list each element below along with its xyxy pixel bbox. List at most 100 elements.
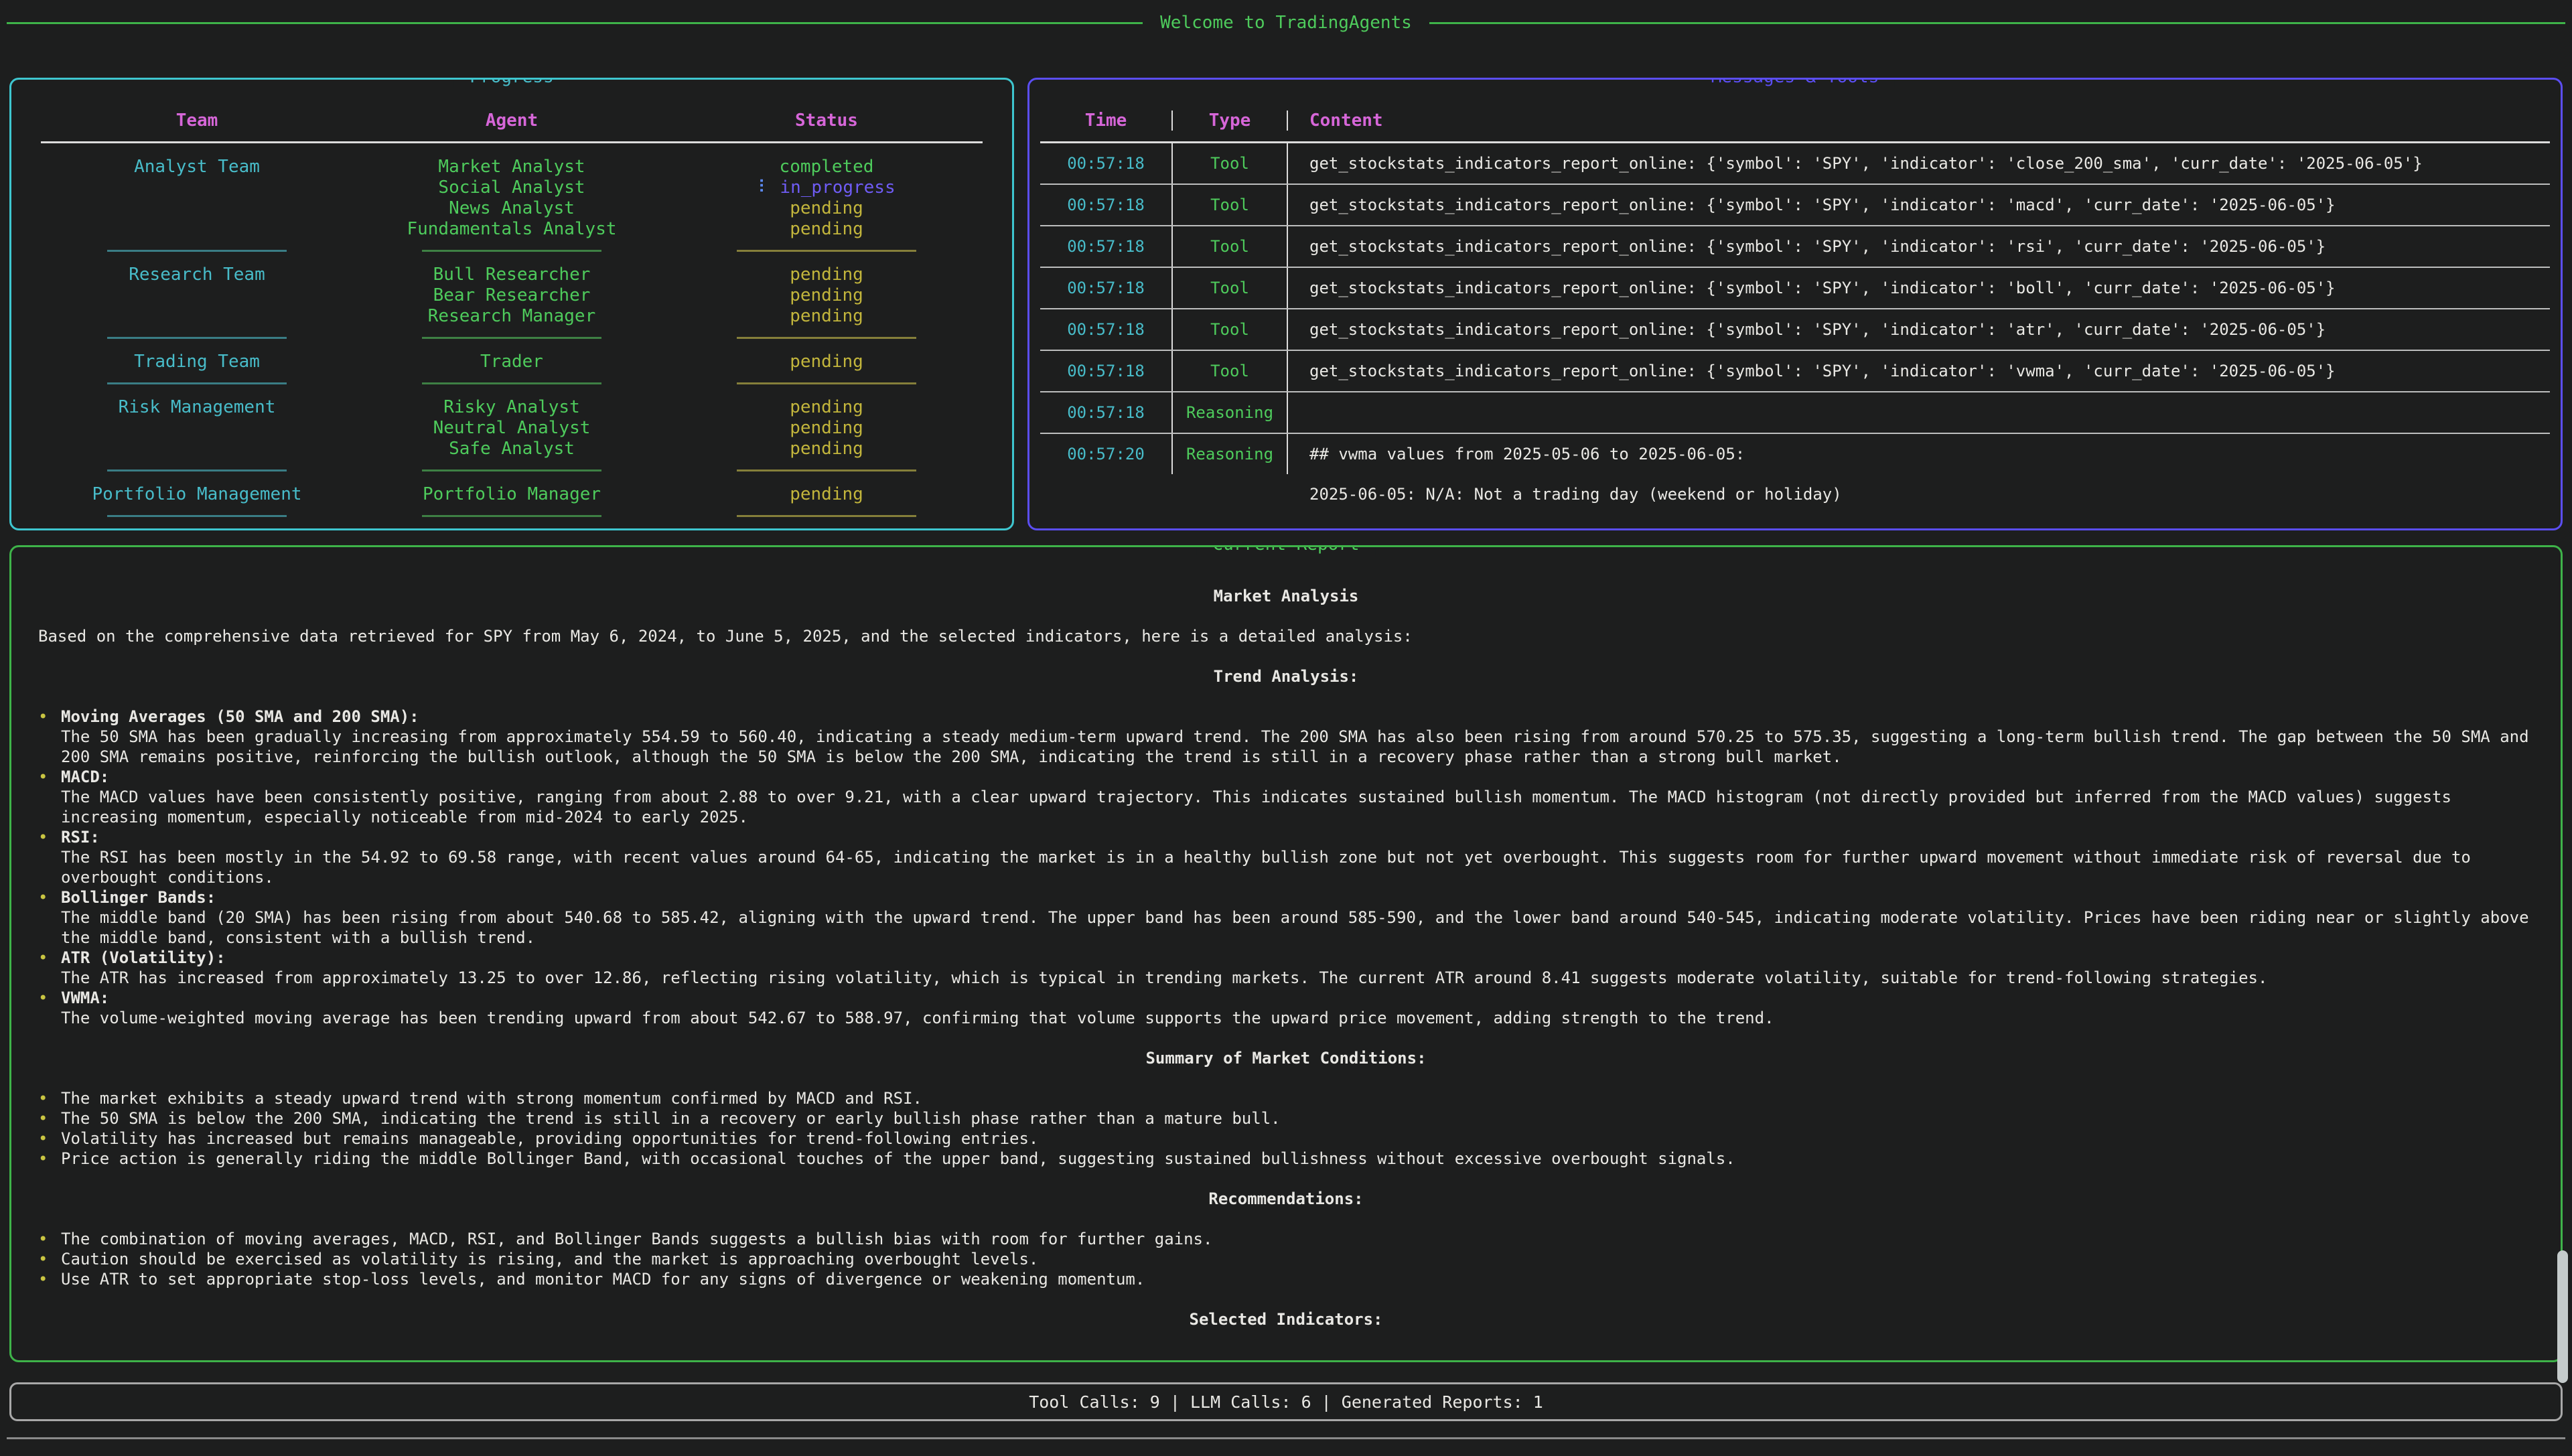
progress-row: Safe Analystpending (40, 439, 984, 459)
status-text: in_progress (780, 177, 895, 198)
bullet-text: The MACD values have been consistently p… (61, 787, 2534, 827)
report-heading-market-analysis: Market Analysis (38, 586, 2534, 606)
report-heading-trend-analysis: Trend Analysis: (38, 666, 2534, 686)
recommendation-bullet-list: •The combination of moving averages, MAC… (38, 1229, 2534, 1289)
messages-col-type: Type (1173, 111, 1288, 131)
message-row: 00:57:18Toolget_stockstats_indicators_re… (1040, 268, 2550, 309)
message-content-line: 2025-06-05: N/A: Not a trading day (week… (1309, 484, 2543, 504)
bottom-divider (7, 1437, 2565, 1439)
bullet-label: VWMA: (61, 988, 2534, 1008)
message-type: Tool (1173, 309, 1288, 350)
progress-row: Portfolio ManagementPortfolio Manager pen… (40, 484, 984, 505)
progress-row: Neutral Analystpending (40, 418, 984, 439)
bullet-text: The volume-weighted moving average has b… (61, 1008, 2534, 1028)
agent-cell: Bear Researcher (354, 285, 669, 306)
message-content: get_stockstats_indicators_report_online:… (1288, 309, 2550, 350)
message-row: 00:57:18Toolget_stockstats_indicators_re… (1040, 143, 2550, 185)
messages-panel: Messages & Tools Time Type Content 00:57… (1027, 78, 2563, 530)
message-content: ## vwma values from 2025-05-06 to 2025-0… (1288, 434, 2550, 514)
message-time: 00:57:18 (1040, 185, 1173, 225)
report-panel-title: Current Report (1196, 545, 1375, 555)
status-badge: pending (669, 265, 984, 285)
agent-separator-line (422, 250, 601, 252)
message-time: 00:57:18 (1040, 268, 1173, 308)
status-text: pending (790, 397, 863, 417)
message-type: Tool (1173, 226, 1288, 267)
message-content-line (1309, 464, 2543, 484)
status-bar: Tool Calls: 9 | LLM Calls: 6 | Generated… (9, 1382, 2563, 1421)
agent-cell: Research Manager (354, 306, 669, 327)
agent-cell: Market Analyst (354, 157, 669, 177)
bullet-content: Price action is generally riding the mid… (61, 1149, 2534, 1169)
message-content: get_stockstats_indicators_report_online:… (1288, 185, 2550, 225)
bullet-icon: • (38, 1088, 61, 1108)
message-type: Tool (1173, 351, 1288, 391)
progress-row: Fundamentals Analystpending (40, 219, 984, 240)
message-content: get_stockstats_indicators_report_online:… (1288, 268, 2550, 308)
status-badge: pending (669, 418, 984, 439)
scrollbar-thumb[interactable] (2557, 1250, 2568, 1383)
status-text: pending (790, 484, 863, 504)
message-row: 00:57:20Reasoning## vwma values from 202… (1040, 434, 2550, 514)
agent-cell: Social Analyst (354, 177, 669, 198)
status-text: pending (790, 418, 863, 438)
group-separator (40, 469, 984, 471)
bullet-text: The ATR has increased from approximately… (61, 968, 2534, 988)
team-cell (40, 439, 354, 459)
summary-bullet-list: •The market exhibits a steady upward tre… (38, 1088, 2534, 1169)
message-type: Reasoning (1173, 392, 1288, 433)
agent-separator-line (422, 337, 601, 339)
bullet-label: Moving Averages (50 SMA and 200 SMA): (61, 707, 2534, 727)
group-separator (40, 382, 984, 384)
status-badge: pending (669, 219, 984, 240)
messages-panel-title: Messages & Tools (1695, 78, 1895, 87)
progress-row: News Analystpending (40, 198, 984, 219)
report-bullet: •Bollinger Bands:The middle band (20 SMA… (38, 887, 2534, 948)
group-separator (40, 337, 984, 339)
report-bullet: •RSI:The RSI has been mostly in the 54.9… (38, 827, 2534, 887)
bullet-icon: • (38, 1269, 61, 1289)
agent-cell: Trader (354, 352, 669, 372)
message-content: get_stockstats_indicators_report_online:… (1288, 143, 2550, 184)
group-separator (40, 250, 984, 252)
message-content (1288, 392, 2550, 413)
messages-table: Time Type Content 00:57:18Toolget_stocks… (1029, 80, 2561, 514)
report-body: Market Analysis Based on the comprehensi… (38, 586, 2534, 1329)
group-separator (40, 515, 984, 517)
report-heading-selected-indicators: Selected Indicators: (38, 1309, 2534, 1329)
message-type: Tool (1173, 268, 1288, 308)
messages-table-header: Time Type Content (1040, 111, 2550, 143)
banner-rule-left (7, 22, 1143, 24)
team-cell (40, 285, 354, 306)
team-cell: Portfolio Management (40, 484, 354, 505)
report-bullet-line: •Use ATR to set appropriate stop-loss le… (38, 1269, 2534, 1289)
status-text: pending (790, 219, 863, 239)
report-bullet: •ATR (Volatility):The ATR has increased … (38, 948, 2534, 988)
agent-cell: Portfolio Manager (354, 484, 669, 505)
progress-row: Analyst TeamMarket Analystcompleted (40, 157, 984, 177)
status-separator-line (737, 337, 916, 339)
bullet-content: Moving Averages (50 SMA and 200 SMA):The… (61, 707, 2534, 767)
status-text: pending (790, 198, 863, 218)
message-time: 00:57:18 (1040, 226, 1173, 267)
status-badge: pending (669, 285, 984, 306)
report-heading-recommendations: Recommendations: (38, 1189, 2534, 1209)
report-bullet-line: •The combination of moving averages, MAC… (38, 1229, 2534, 1249)
progress-row: Research TeamBull Researcherpending (40, 265, 984, 285)
bullet-content: ATR (Volatility):The ATR has increased f… (61, 948, 2534, 988)
message-time: 00:57:20 (1040, 434, 1173, 474)
bullet-icon: • (38, 1229, 61, 1249)
progress-row: Risk ManagementRisky Analystpending (40, 397, 984, 418)
status-separator-line (737, 250, 916, 252)
message-time: 00:57:18 (1040, 143, 1173, 184)
status-bar-text: Tool Calls: 9 | LLM Calls: 6 | Generated… (1029, 1392, 1543, 1412)
progress-col-agent: Agent (354, 111, 669, 131)
bullet-content: Volatility has increased but remains man… (61, 1129, 2534, 1149)
team-cell: Analyst Team (40, 157, 354, 177)
status-badge: pending (669, 352, 984, 372)
progress-panel: Progress Team Agent Status Analyst TeamM… (9, 78, 1014, 530)
message-time: 00:57:18 (1040, 351, 1173, 391)
report-bullet: •Moving Averages (50 SMA and 200 SMA):Th… (38, 707, 2534, 767)
team-cell: Research Team (40, 265, 354, 285)
bullet-content: Bollinger Bands:The middle band (20 SMA)… (61, 887, 2534, 948)
